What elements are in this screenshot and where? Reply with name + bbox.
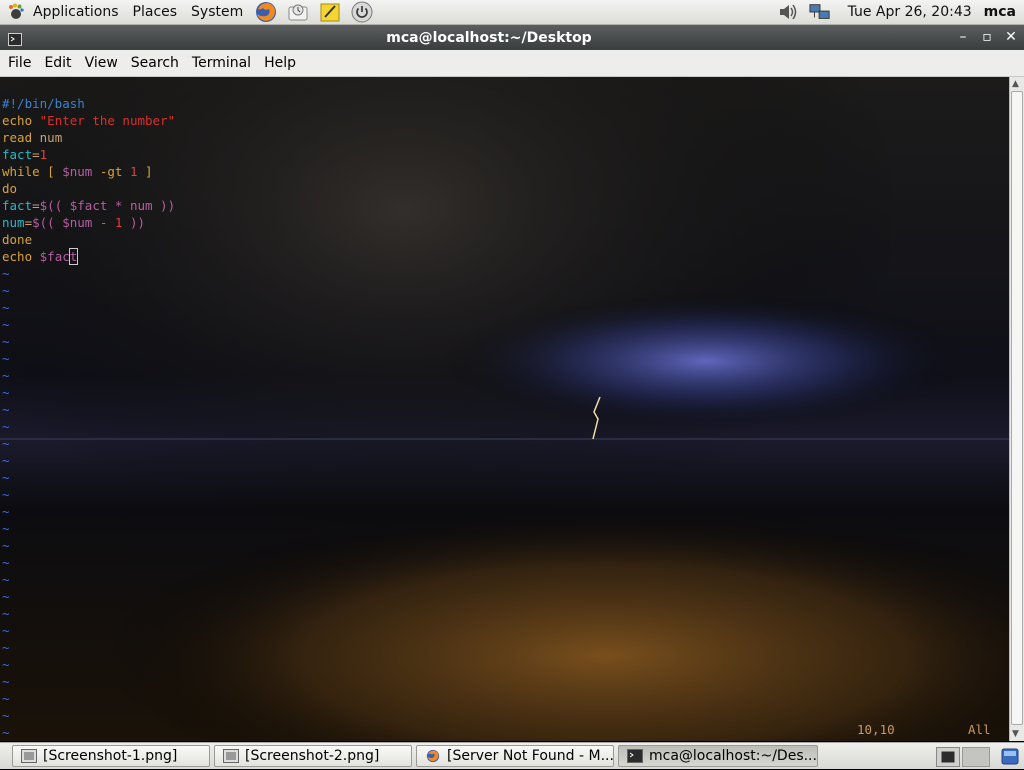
code-line: fact=$(( $fact * num )) (2, 198, 176, 213)
code-line: done (2, 232, 33, 247)
terminal-icon (627, 749, 643, 763)
menu-terminal[interactable]: Terminal (184, 55, 256, 71)
bottom-panel: [Screenshot-1.png] [Screenshot-2.png] [S… (0, 742, 1024, 769)
firefox-icon (426, 749, 440, 763)
text-cursor: t (68, 248, 79, 265)
close-button[interactable]: ✕ (1002, 28, 1020, 46)
terminal-scrollbar[interactable]: ▲ ▼ (1009, 77, 1024, 741)
notes-icon[interactable] (319, 1, 341, 23)
taskbar-item-screenshot-1[interactable]: [Screenshot-1.png] (12, 745, 210, 767)
trash-icon[interactable] (1000, 746, 1020, 766)
menu-view[interactable]: View (77, 55, 123, 71)
image-viewer-icon (223, 749, 239, 763)
code-line: echo "Enter the number" (2, 113, 176, 128)
scroll-up-arrow-icon[interactable]: ▲ (1012, 79, 1019, 89)
clock[interactable]: Tue Apr 26, 20:43 (836, 4, 984, 20)
code-line: echo $fact (2, 248, 79, 265)
volume-icon[interactable] (777, 1, 799, 23)
taskbar-item-label: [Screenshot-2.png] (245, 748, 380, 764)
vim-buffer[interactable]: #!/bin/bash echo "Enter the number" read… (2, 78, 175, 741)
scroll-status: All (968, 722, 991, 737)
taskbar-item-label: [Screenshot-1.png] (43, 748, 178, 764)
shutdown-icon[interactable] (351, 1, 373, 23)
scroll-down-arrow-icon[interactable]: ▼ (1012, 729, 1019, 739)
code-line: num=$(( $num - 1 )) (2, 215, 146, 230)
maximize-button[interactable]: ▫ (978, 28, 996, 46)
code-line: #!/bin/bash (2, 96, 85, 111)
code-line: do (2, 181, 18, 196)
code-line: while [ $num -gt 1 ] (2, 164, 153, 179)
menu-places[interactable]: Places (126, 0, 185, 24)
code-line: fact=1 (2, 147, 48, 162)
top-panel: Applications Places System Tue Apr 26, 2… (0, 0, 1024, 25)
menu-edit[interactable]: Edit (36, 55, 76, 71)
terminal-area[interactable]: #!/bin/bash echo "Enter the number" read… (0, 77, 1009, 741)
terminal-mini-icon (941, 751, 955, 763)
image-viewer-icon (21, 749, 37, 763)
taskbar-item-label: [Server Not Found - M... (447, 748, 614, 764)
scrollbar-thumb[interactable] (1011, 91, 1023, 725)
evolution-mail-icon[interactable] (287, 1, 309, 23)
gnome-foot-icon[interactable] (6, 2, 26, 22)
tilde-lines: ~ ~ ~ ~ ~ ~ ~ ~ ~ ~ ~ ~ ~ ~ ~ ~ ~ ~ ~ ~ … (2, 266, 10, 740)
window-title-bar[interactable]: mca@localhost:~/Desktop – ▫ ✕ (0, 25, 1024, 50)
menu-search[interactable]: Search (123, 55, 184, 71)
menu-applications[interactable]: Applications (26, 0, 126, 24)
minimize-button[interactable]: – (954, 28, 972, 46)
taskbar-item-label: mca@localhost:~/Des... (649, 748, 817, 764)
menu-system[interactable]: System (184, 0, 250, 24)
menubar: File Edit View Search Terminal Help (0, 50, 1024, 77)
workspace-2[interactable] (962, 747, 990, 767)
menu-file[interactable]: File (0, 55, 36, 71)
taskbar-item-firefox[interactable]: [Server Not Found - M... (416, 745, 614, 767)
code-line: read num (2, 130, 63, 145)
network-icon[interactable] (809, 1, 831, 23)
menu-help[interactable]: Help (256, 55, 301, 71)
cursor-position: 10,10 (857, 722, 895, 737)
workspace-1[interactable] (936, 747, 960, 767)
firefox-icon[interactable] (255, 1, 277, 23)
taskbar-item-terminal[interactable]: mca@localhost:~/Des... (618, 745, 818, 767)
username[interactable]: mca (984, 4, 1024, 20)
taskbar-item-screenshot-2[interactable]: [Screenshot-2.png] (214, 745, 412, 767)
window-title: mca@localhost:~/Desktop (386, 29, 592, 46)
